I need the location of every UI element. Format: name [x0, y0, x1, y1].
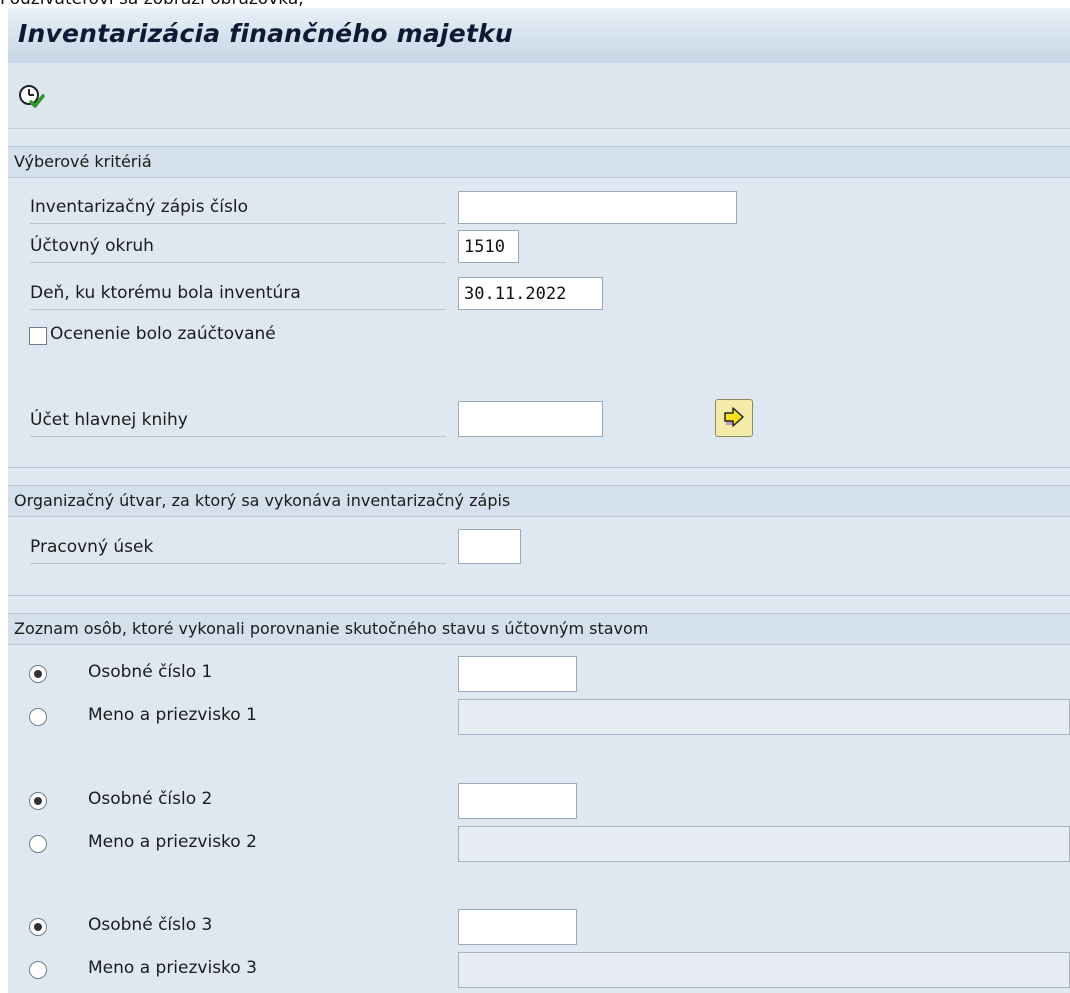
title-bar: Inventarizácia finančného majetku — [8, 8, 1070, 63]
label-gl-account: Účet hlavnej knihy — [30, 405, 446, 437]
page-title: Inventarizácia finančného majetku — [18, 19, 513, 48]
radio-name-1[interactable] — [29, 708, 47, 726]
section-header-selection: Výberové kritériá — [8, 146, 1070, 178]
label-company-code: Účtovný okruh — [30, 231, 446, 263]
section-title: Zoznam osôb, ktoré vykonali porovnanie s… — [14, 619, 649, 638]
field-label: Pracovný úsek — [30, 537, 154, 557]
inventory-number-input[interactable] — [458, 191, 737, 224]
field-label: Účtovný okruh — [30, 236, 154, 256]
execute-clock-check-icon — [19, 85, 45, 108]
radio-personal-number-1[interactable] — [29, 665, 47, 683]
personal-number-1-label: Osobné číslo 1 — [88, 662, 213, 682]
section-divider — [8, 595, 1070, 596]
application-toolbar — [8, 63, 1070, 129]
radio-personal-number-2[interactable] — [29, 792, 47, 810]
personal-number-3-label: Osobné číslo 3 — [88, 915, 213, 935]
personal-number-1-input[interactable] — [458, 656, 577, 692]
label-inventory-date: Deň, ku ktorému bola inventúra — [30, 278, 446, 310]
posted-checkbox[interactable] — [29, 327, 47, 345]
section-title: Organizačný útvar, za ktorý sa vykonáva … — [14, 491, 511, 510]
personal-number-2-label: Osobné číslo 2 — [88, 789, 213, 809]
execute-button[interactable] — [16, 81, 46, 111]
gl-account-input[interactable] — [458, 401, 603, 437]
radio-name-3[interactable] — [29, 961, 47, 979]
name-3-input — [458, 952, 1070, 988]
section-title: Výberové kritériá — [14, 152, 152, 171]
personal-number-2-input[interactable] — [458, 783, 577, 819]
field-label: Inventarizačný zápis číslo — [30, 197, 248, 217]
label-work-section: Pracovný úsek — [30, 532, 446, 564]
work-section-input[interactable] — [458, 529, 521, 564]
radio-name-2[interactable] — [29, 835, 47, 853]
field-label: Deň, ku ktorému bola inventúra — [30, 283, 301, 303]
name-1-label: Meno a priezvisko 1 — [88, 705, 257, 725]
section-header-persons: Zoznam osôb, ktoré vykonali porovnanie s… — [8, 613, 1070, 645]
arrow-right-icon — [724, 407, 744, 427]
section-header-org-unit: Organizačný útvar, za ktorý sa vykonáva … — [8, 485, 1070, 517]
name-2-input — [458, 826, 1070, 862]
name-1-input — [458, 699, 1070, 735]
name-3-label: Meno a priezvisko 3 — [88, 958, 257, 978]
multiple-selection-button[interactable] — [715, 399, 753, 437]
posted-checkbox-label: Ocenenie bolo zaúčtované — [50, 324, 276, 344]
field-label: Účet hlavnej knihy — [30, 410, 188, 430]
name-2-label: Meno a priezvisko 2 — [88, 832, 257, 852]
label-inventory-number: Inventarizačný zápis číslo — [30, 192, 446, 224]
inventory-date-input[interactable] — [458, 277, 603, 310]
radio-personal-number-3[interactable] — [29, 918, 47, 936]
personal-number-3-input[interactable] — [458, 909, 577, 945]
company-code-input[interactable] — [458, 230, 519, 263]
section-divider — [8, 467, 1070, 468]
